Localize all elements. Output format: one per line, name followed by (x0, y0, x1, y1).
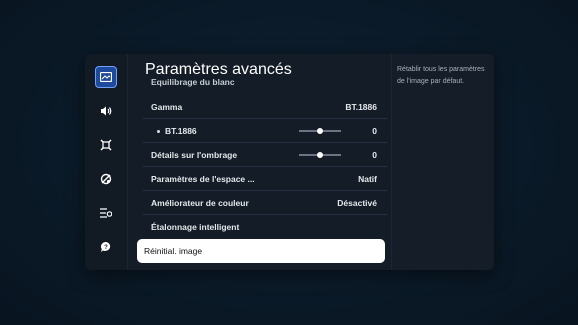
menu-item-shadow-detail[interactable]: Détails sur l'ombrage 0 (143, 143, 387, 167)
menu-item-color-enhancer[interactable]: Améliorateur de couleur Désactivé (143, 191, 387, 215)
sidebar: ? (85, 54, 128, 270)
menu-item-label: Gamma (151, 102, 183, 112)
menu-item-white-balance[interactable]: Équilibrage du blanc (151, 79, 235, 87)
menu-item-smart-calibration[interactable]: Étalonnage intelligent (143, 215, 387, 239)
menu-item-value: Désactivé (337, 198, 377, 208)
menu-item-label: Paramètres de l'espace ... (151, 174, 255, 184)
menu-item-label: BT.1886 (165, 126, 197, 136)
menu-item-label: Étalonnage intelligent (151, 222, 240, 232)
shadow-detail-slider[interactable] (299, 152, 341, 158)
settings-panel: ? Équilibrage du blanc Paramètres avancé… (85, 54, 494, 270)
info-panel: Rétablir tous les paramètres de l'image … (391, 54, 494, 270)
menu-item-value: 0 (372, 150, 377, 160)
menu-item-reset-picture[interactable]: Réinitial. image (137, 239, 385, 263)
menu-item-gamma[interactable]: Gamma BT.1886 (143, 95, 387, 119)
bullet-icon (157, 130, 160, 133)
help-icon[interactable]: ? (95, 236, 117, 258)
menu-item-label: Réinitial. image (144, 246, 203, 256)
svg-text:?: ? (104, 245, 108, 251)
slider-knob[interactable] (317, 128, 323, 134)
info-description: Rétablir tous les paramètres de l'image … (397, 66, 485, 85)
support-icon[interactable] (95, 168, 117, 190)
settings-list: Équilibrage du blanc Paramètres avancés … (137, 54, 387, 270)
bt1886-slider[interactable] (299, 128, 341, 134)
menu-item-bt1886[interactable]: BT.1886 0 (143, 119, 387, 143)
menu-item-label: Détails sur l'ombrage (151, 150, 238, 160)
general-icon[interactable] (95, 202, 117, 224)
menu-item-value: 0 (372, 126, 377, 136)
connection-icon[interactable] (95, 134, 117, 156)
sound-icon[interactable] (95, 100, 117, 122)
picture-icon[interactable] (95, 66, 117, 88)
menu-item-value: BT.1886 (345, 102, 377, 112)
slider-knob[interactable] (317, 152, 323, 158)
menu-item-label: Améliorateur de couleur (151, 198, 249, 208)
menu-item-value: Natif (358, 174, 377, 184)
page-title: Paramètres avancés (145, 61, 292, 78)
menu-item-color-space[interactable]: Paramètres de l'espace ... Natif (143, 167, 387, 191)
